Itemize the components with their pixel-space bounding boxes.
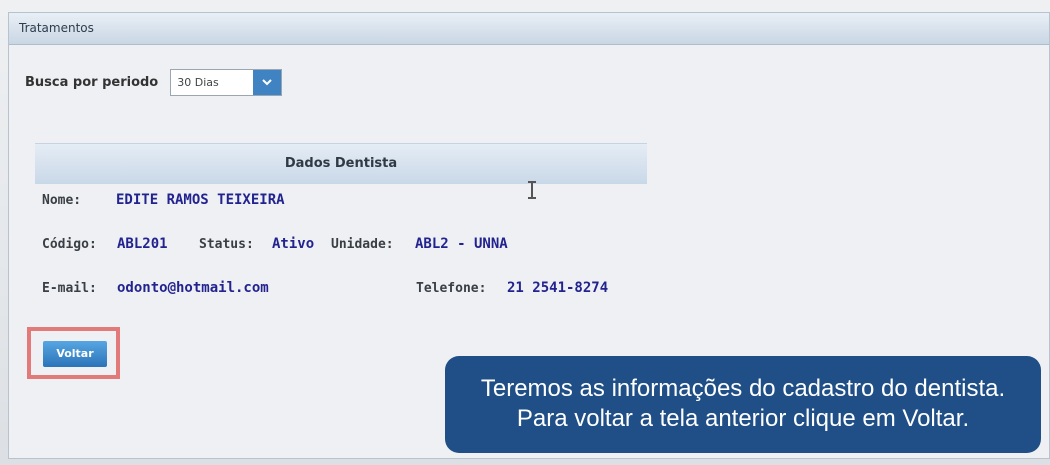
name-label: Nome: (42, 193, 82, 208)
text-cursor-icon (528, 181, 536, 199)
period-label: Busca por periodo (25, 75, 159, 90)
dentist-unit: ABL2 - UNNA (415, 236, 508, 252)
back-button[interactable]: Voltar (43, 341, 107, 367)
dentist-code: ABL201 (117, 236, 168, 252)
back-button-highlight: Voltar (27, 327, 120, 379)
period-select[interactable]: 30 Dias (170, 69, 283, 96)
instruction-tooltip: Teremos as informações do cadastro do de… (445, 356, 1041, 453)
panel-title: Tratamentos (9, 13, 1049, 45)
unit-label: Unidade: (331, 237, 394, 252)
dentist-section-header: Dados Dentista (35, 143, 647, 184)
period-search: Busca por periodo 30 Dias (25, 69, 283, 96)
code-label: Código: (42, 237, 97, 252)
tooltip-line-1: Teremos as informações do cadastro do de… (480, 375, 1006, 402)
dentist-status: Ativo (272, 236, 315, 252)
dentist-email: odonto@hotmail.com (117, 280, 269, 296)
dentist-name: EDITE RAMOS TEIXEIRA (116, 192, 285, 208)
screen: Tratamentos Busca por periodo 30 Dias Da… (0, 0, 1050, 465)
email-label: E-mail: (42, 281, 97, 296)
dentist-phone: 21 2541-8274 (507, 280, 609, 296)
tooltip-line-2: Para voltar a tela anterior clique em Vo… (516, 405, 970, 432)
status-label: Status: (199, 237, 254, 252)
chevron-down-icon[interactable] (253, 70, 282, 95)
dentist-section-title: Dados Dentista (284, 156, 398, 171)
phone-label: Telefone: (416, 281, 487, 296)
period-value: 30 Dias (177, 76, 219, 89)
